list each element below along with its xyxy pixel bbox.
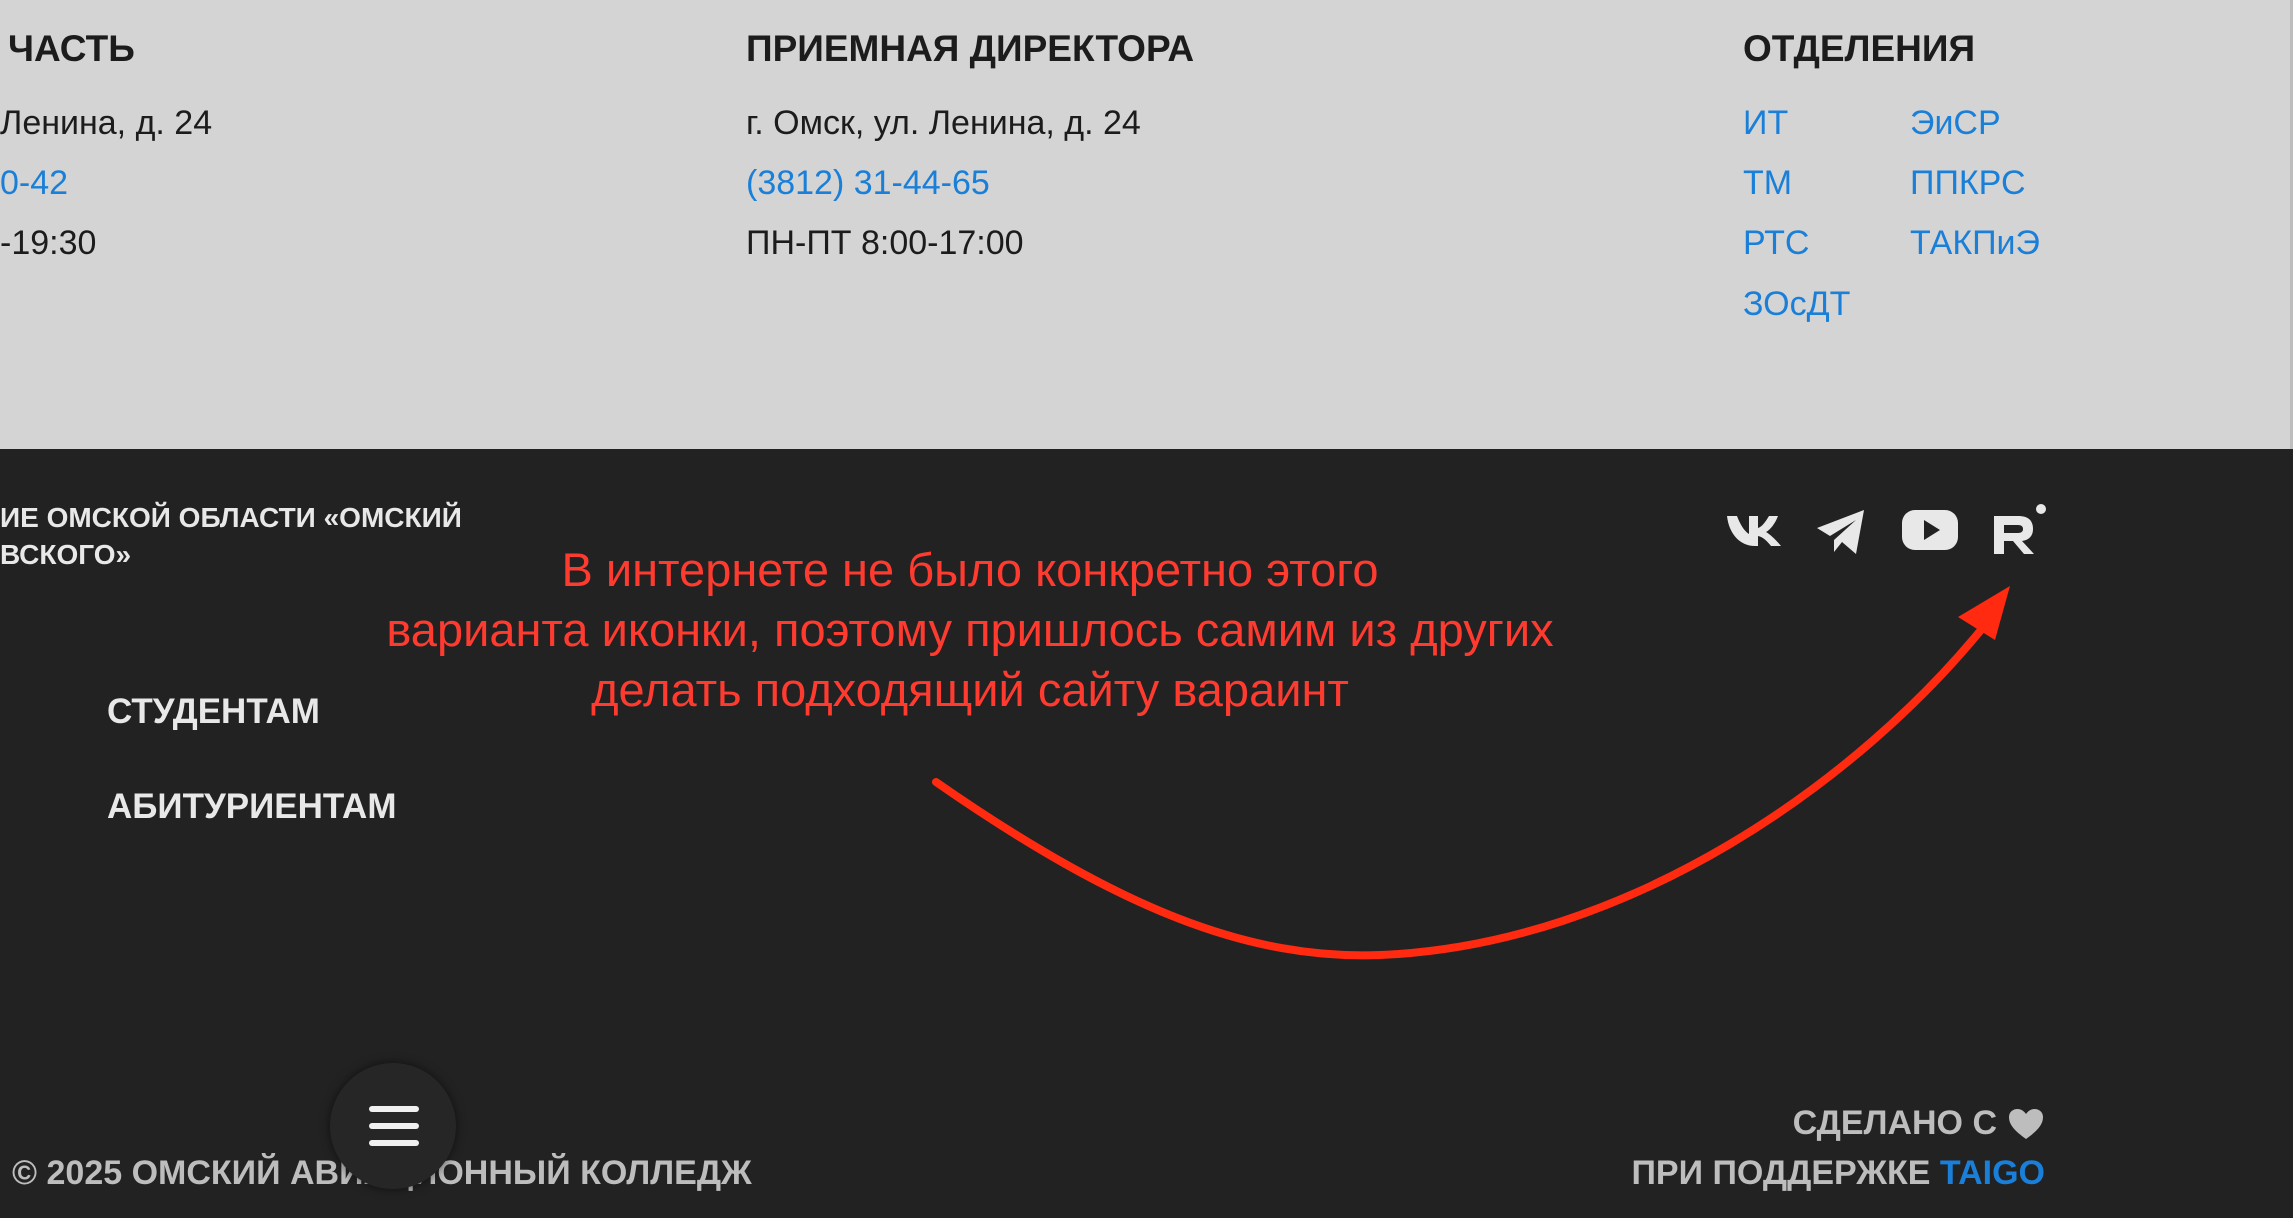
support-text: ПРИ ПОДДЕРЖКЕ TAIGO <box>1631 1154 2045 1193</box>
hamburger-icon <box>369 1140 419 1146</box>
heart-icon <box>2009 1108 2043 1139</box>
menu-button[interactable] <box>330 1063 456 1189</box>
made-with: СДЕЛАНО С <box>1793 1104 2045 1143</box>
hamburger-icon <box>369 1123 419 1129</box>
made-with-text: СДЕЛАНО С <box>1792 1104 1997 1142</box>
hamburger-icon <box>369 1106 419 1112</box>
taigo-link[interactable]: TAIGO <box>1940 1154 2045 1192</box>
support-prefix: ПРИ ПОДДЕРЖКЕ <box>1631 1154 1931 1192</box>
annotation-arrow <box>932 586 2010 960</box>
